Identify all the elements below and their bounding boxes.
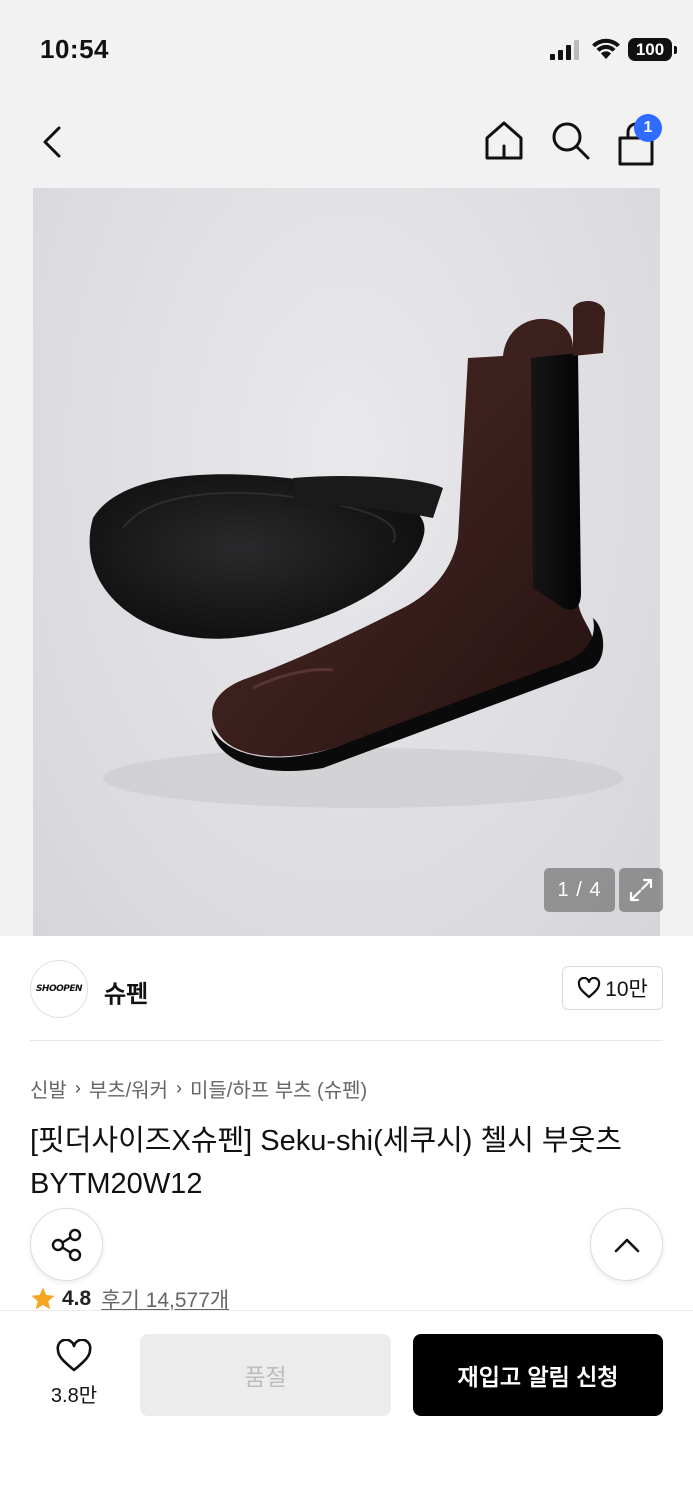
search-button[interactable] <box>548 118 592 162</box>
soldout-button: 품절 <box>140 1334 391 1416</box>
wish-count: 3.8만 <box>50 1385 98 1407</box>
status-bar: 10:54 100 <box>0 0 693 100</box>
home-button[interactable] <box>482 118 526 162</box>
expand-icon <box>629 878 653 902</box>
chevron-up-icon <box>614 1238 639 1252</box>
breadcrumb-item[interactable]: 신발 <box>30 1074 67 1103</box>
bottom-action-bar: 3.8만 품절 재입고 알림 신청 <box>0 1310 693 1500</box>
scroll-top-button[interactable] <box>590 1208 663 1281</box>
brand-like-button[interactable]: 10만 <box>562 966 663 1010</box>
chevron-left-icon <box>43 126 61 158</box>
cart-button[interactable]: 1 <box>614 114 662 166</box>
rating-value: 4.8 <box>62 1287 92 1310</box>
expand-image-button[interactable] <box>619 868 663 912</box>
breadcrumb: 신발 › 부츠/워커 › 미들/하프 부츠 (슈펜) <box>30 1074 367 1103</box>
search-icon <box>552 122 590 160</box>
back-button[interactable] <box>30 120 74 164</box>
chevron-right-icon: › <box>175 1078 182 1098</box>
signal-icon <box>550 40 579 60</box>
brand-logo[interactable]: SHOOPEN <box>30 960 88 1018</box>
heart-outline-icon <box>56 1339 92 1372</box>
boot-photo-illustration <box>89 301 623 808</box>
share-button[interactable] <box>30 1208 103 1281</box>
product-title: [핏더사이즈X슈펜] Seku-shi(세쿠시) 첼시 부웃츠 BYTM20W1… <box>30 1125 622 1200</box>
breadcrumb-item[interactable]: 부츠/워커 <box>89 1074 168 1103</box>
brand-like-count: 10만 <box>605 978 648 1001</box>
home-icon <box>485 121 523 160</box>
cart-badge: 1 <box>634 114 662 142</box>
brand-name[interactable]: 슈펜 <box>104 974 148 1009</box>
heart-outline-icon <box>578 977 601 999</box>
brand-row: SHOOPEN 슈펜 10만 <box>0 936 693 1040</box>
chevron-right-icon: › <box>74 1078 81 1098</box>
divider <box>30 1040 663 1041</box>
product-image[interactable] <box>33 188 660 936</box>
restock-alert-button[interactable]: 재입고 알림 신청 <box>413 1334 663 1416</box>
share-icon <box>51 1228 81 1261</box>
wish-button[interactable]: 3.8만 <box>34 1339 114 1419</box>
nav-bar: 1 <box>0 100 693 184</box>
star-icon <box>31 1287 55 1310</box>
wifi-icon <box>592 38 620 59</box>
battery-indicator: 100 <box>628 38 677 61</box>
image-pager: 1 / 4 <box>544 868 615 912</box>
status-time: 10:54 <box>40 34 109 64</box>
breadcrumb-item[interactable]: 미들/하프 부츠 (슈펜) <box>190 1074 367 1103</box>
